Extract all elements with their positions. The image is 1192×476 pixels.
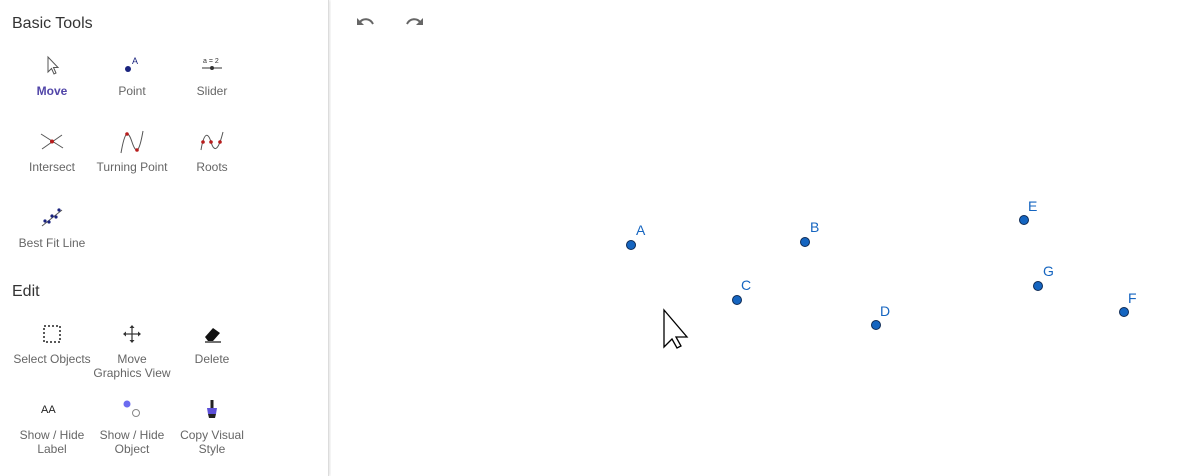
tool-copy-visual-style[interactable]: Copy Visual Style [172,396,252,456]
tool-show-hide-label-line1: Show / Hide [19,428,85,442]
point-label-e: E [1028,198,1037,214]
point-d[interactable] [871,320,881,330]
tool-copy-visual-style-line2: Style [198,442,226,456]
paintbrush-icon [207,400,217,418]
tool-show-hide-object-line1: Show / Hide [99,428,165,442]
graphics-canvas: A B C D E G F [626,198,1137,349]
point-a[interactable] [626,240,636,250]
mouse-cursor-icon [663,308,689,349]
tool-show-hide-object-label: Show / Hide Object [92,428,172,456]
show-hide-label-icon: AA [41,404,56,416]
point-b[interactable] [800,237,810,247]
tool-intersect[interactable]: Intersect [12,128,92,174]
redo-icon[interactable] [400,10,428,38]
tool-point-label: Point [118,84,146,98]
tool-move-graphics-view-label-line2: Graphics View [93,366,171,380]
point-label-b: B [810,219,819,235]
tool-point[interactable]: A Point [92,52,172,98]
turning-point-icon [120,130,144,154]
point-label-a: A [636,222,646,238]
show-hide-object-icon [123,400,140,417]
tool-select-objects-label: Select Objects [13,352,91,366]
tool-move-graphics-view-label-line1: Move [117,352,147,366]
tool-turning-point[interactable]: Turning Point [92,128,172,174]
move-graphics-view-icon [123,325,141,343]
slider-icon-text: a = 2 [203,58,219,65]
slider-icon: a = 2 [202,58,222,70]
point-icon: A [125,56,138,72]
intersect-icon [40,133,64,150]
eraser-icon [205,328,221,343]
tool-best-fit-line[interactable]: Best Fit Line [12,204,92,250]
roots-icon [200,131,224,151]
tool-copy-visual-style-label: Copy Visual Style [172,428,252,456]
point-f[interactable] [1119,307,1129,317]
tool-select-objects[interactable]: Select Objects [12,320,92,366]
tool-slider-label: Slider [196,84,228,98]
points-layer: A B C D E G F [626,198,1137,330]
tool-roots-label: Roots [196,160,228,174]
tool-delete[interactable]: Delete [172,320,252,366]
tool-copy-visual-style-line1: Copy Visual [180,428,244,442]
tool-turning-point-label: Turning Point [96,160,168,174]
point-e[interactable] [1019,215,1029,225]
tool-show-hide-label[interactable]: AA Show / Hide Label [12,396,92,456]
tool-roots[interactable]: Roots [172,128,252,174]
section-title-edit: Edit [12,283,40,300]
section-title-basic-tools: Basic Tools [12,15,93,32]
point-label-c: C [741,277,751,293]
point-c[interactable] [732,295,742,305]
undo-icon[interactable] [352,10,380,38]
point-icon-letter: A [132,56,138,66]
tool-slider[interactable]: a = 2 Slider [172,52,252,98]
tool-panel: Basic Tools Move A Point a = 2 Slider In… [0,0,329,476]
best-fit-line-icon [41,208,63,227]
tool-move-graphics-view-label: Move Graphics View [92,352,172,380]
tool-move[interactable]: Move [12,52,92,98]
tool-show-hide-object-line2: Object [114,442,150,456]
tool-best-fit-line-label: Best Fit Line [18,236,86,250]
point-label-f: F [1128,290,1137,306]
graphics-view[interactable]: A B C D E G F [331,0,1192,476]
tool-move-graphics-view[interactable]: Move Graphics View [92,320,172,380]
select-objects-icon [43,325,61,343]
tool-delete-label: Delete [194,352,230,366]
tool-intersect-label: Intersect [28,160,76,174]
point-g[interactable] [1033,281,1043,291]
tool-move-label: Move [36,84,68,98]
point-label-g: G [1043,263,1054,279]
tool-show-hide-label-label: Show / Hide Label [12,428,92,456]
point-label-d: D [880,303,890,319]
show-hide-label-icon-text: AA [41,404,56,416]
tool-show-hide-object[interactable]: Show / Hide Object [92,396,172,456]
move-icon [47,55,60,75]
tool-show-hide-label-line2: Label [37,442,67,456]
